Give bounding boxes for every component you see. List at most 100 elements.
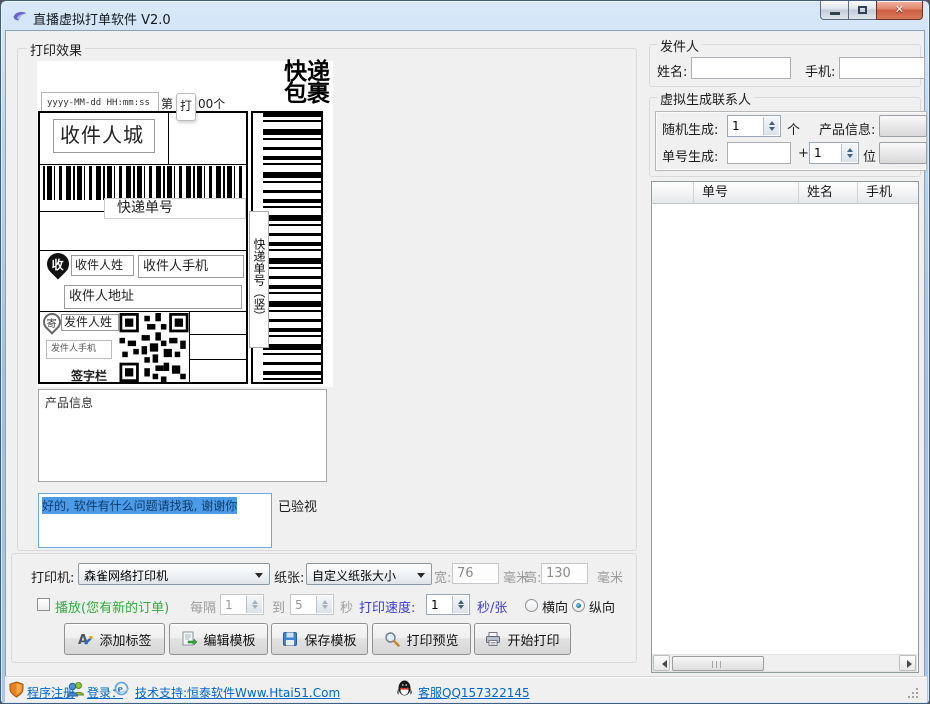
printer-label: 打印机: — [31, 567, 74, 586]
chevron-down-icon — [417, 573, 425, 582]
recipient-phone-field: 收件人手机 — [138, 255, 244, 278]
package-title-line1: 快递 — [284, 61, 332, 83]
save-template-button[interactable]: 保存模板 — [271, 623, 368, 655]
product-info-button[interactable] — [879, 115, 927, 137]
print-speed-value: 1 — [431, 598, 439, 612]
sender-group-title: 发件人 — [657, 36, 702, 55]
window-title: 直播虚拟打单软件 V2.0 — [33, 9, 171, 28]
printer-select[interactable]: 森雀网络打印机 — [78, 563, 270, 585]
ie-browser-icon: e — [113, 680, 130, 697]
random-count-spinner[interactable]: 1 — [727, 115, 781, 137]
add-label-button[interactable]: A 添加标签 — [64, 623, 165, 655]
save-template-icon — [282, 631, 298, 647]
scroll-left-arrow[interactable] — [653, 655, 670, 671]
qq-service-link[interactable]: 客服QQ157322145 — [418, 684, 530, 701]
random-generate-label: 随机生成: — [662, 119, 718, 138]
resize-grip-icon[interactable] — [907, 687, 919, 699]
print-preview-button-text: 打印预览 — [406, 630, 458, 649]
scroll-right-arrow[interactable] — [899, 655, 916, 671]
paper-value: 自定义纸张大小 — [312, 567, 396, 584]
chevron-down-icon — [255, 573, 263, 582]
login-users-icon — [67, 681, 84, 697]
print-preview-group-title: 打印效果 — [27, 40, 85, 59]
scrollbar-thumb[interactable] — [672, 656, 764, 671]
random-count-value: 1 — [732, 119, 740, 133]
recipient-name-field: 收件人姓 — [71, 255, 134, 276]
maximize-icon — [858, 6, 867, 14]
order-digits-spinner[interactable]: 1 — [809, 142, 859, 164]
sender-badge: 寄 — [47, 315, 57, 330]
app-icon — [12, 8, 28, 24]
spinner-arrows-icon[interactable] — [452, 596, 468, 613]
paper-select[interactable]: 自定义纸张大小 — [306, 563, 432, 585]
package-title: 快递 包裹 — [284, 61, 332, 105]
edit-template-icon — [181, 631, 197, 647]
tracking-number-vertical-field: 快递单号（竖） — [249, 211, 269, 348]
printer-value: 森雀网络打印机 — [84, 567, 168, 584]
svg-text:A: A — [78, 633, 88, 647]
close-icon: ✕ — [877, 3, 922, 16]
counter-overlay-box: 打 — [176, 93, 196, 121]
paper-label: 纸张: — [274, 567, 304, 586]
label-divider — [189, 359, 246, 360]
start-print-button[interactable]: 开始打印 — [474, 623, 571, 655]
interval-label: 每隔 — [190, 597, 216, 616]
label-divider — [189, 334, 246, 335]
product-info-text: 产品信息 — [45, 394, 93, 411]
table-header-phone[interactable]: 手机 — [858, 182, 918, 204]
message-textbox[interactable]: 好的, 软件有什么问题请找我, 谢谢你 — [38, 493, 272, 548]
interval-from-spinner[interactable]: 1 — [220, 594, 264, 615]
signature-label: 签字栏 — [71, 367, 107, 384]
order-digits-value: 1 — [814, 146, 822, 160]
random-unit-label: 个 — [787, 119, 800, 138]
sender-phone-field: 发件人手机 — [46, 340, 112, 359]
maximize-button[interactable] — [848, 1, 877, 20]
spinner-arrows-icon[interactable] — [841, 144, 857, 162]
print-preview-icon — [384, 631, 400, 647]
minimize-icon — [830, 12, 840, 15]
spinner-arrows-icon[interactable] — [763, 117, 779, 135]
print-speed-label: 打印速度: — [359, 597, 415, 616]
message-selected-text: 好的, 软件有什么问题请找我, 谢谢你 — [42, 497, 237, 514]
label-table: 收件人城 快递单号 收 收件人姓 收件人手机 收件人地址 寄 发件人姓 — [38, 111, 248, 384]
recipient-city-field: 收件人城 — [53, 119, 155, 153]
edit-template-button-text: 编辑模板 — [203, 630, 255, 649]
verified-label: 已验视 — [278, 496, 317, 515]
table-header-order[interactable]: 单号 — [694, 182, 799, 204]
portrait-label: 纵向 — [589, 597, 615, 616]
order-generate-button[interactable] — [879, 142, 927, 164]
print-speed-spinner[interactable]: 1 — [426, 594, 470, 615]
seconds-label: 秒 — [340, 597, 353, 616]
digits-unit-label: 位 — [863, 146, 876, 165]
support-link[interactable]: 技术支持:恒泰软件Www.Htai51.Com — [135, 684, 340, 701]
interval-to-value: 5 — [295, 598, 303, 612]
height-unit-label: 毫米 — [597, 567, 623, 586]
interval-to-spinner[interactable]: 5 — [290, 594, 334, 615]
portrait-radio[interactable] — [572, 599, 585, 612]
order-prefix-input[interactable] — [727, 142, 791, 164]
paper-width-input[interactable]: 76 — [452, 563, 499, 584]
height-label: 高: — [524, 567, 541, 586]
table-header-name[interactable]: 姓名 — [799, 182, 858, 204]
sender-name-input[interactable] — [691, 57, 791, 79]
vertical-barcode — [263, 113, 321, 382]
minimize-button[interactable] — [820, 1, 849, 20]
label-divider — [189, 312, 190, 382]
edit-template-button[interactable]: 编辑模板 — [169, 623, 268, 655]
table-corner-header[interactable] — [652, 182, 694, 204]
product-info-label: 产品信息: — [819, 119, 875, 138]
paper-height-input[interactable]: 130 — [541, 563, 588, 584]
width-label: 宽: — [434, 567, 451, 586]
svg-text:e: e — [118, 682, 124, 696]
close-button[interactable]: ✕ — [876, 1, 923, 20]
qq-service-icon — [397, 680, 412, 697]
landscape-radio[interactable] — [525, 599, 538, 612]
generator-group-title: 虚拟生成联系人 — [657, 89, 754, 108]
play-checkbox[interactable] — [37, 598, 50, 611]
print-preview-button[interactable]: 打印预览 — [372, 623, 471, 655]
sender-phone-input[interactable] — [839, 57, 925, 79]
spinner-arrows-icon[interactable] — [316, 596, 332, 613]
product-info-box[interactable]: 产品信息 — [38, 389, 327, 482]
tracking-number-field: 快递单号 — [104, 198, 246, 219]
spinner-arrows-icon[interactable] — [246, 596, 262, 613]
